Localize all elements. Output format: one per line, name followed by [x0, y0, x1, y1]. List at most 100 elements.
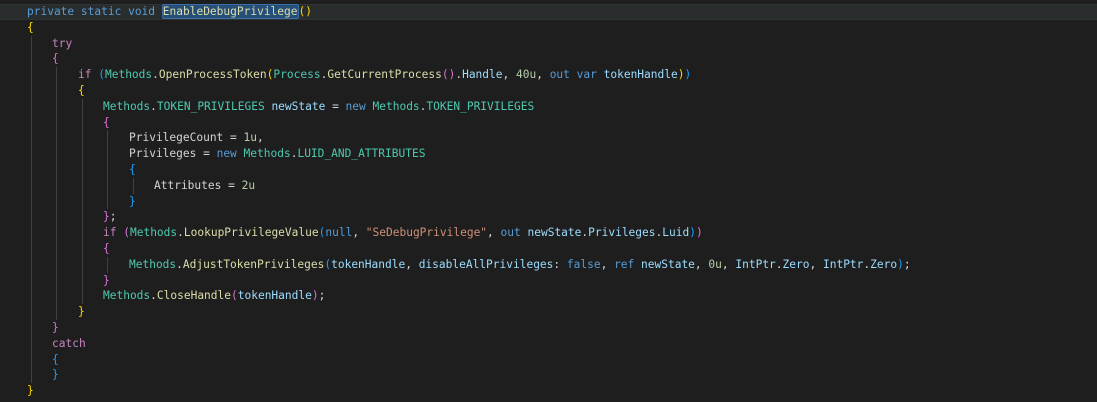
- indent-guide: [31, 304, 32, 320]
- variable-new-state: newState: [641, 257, 695, 271]
- brace-open: {: [103, 241, 110, 255]
- code-line[interactable]: {: [0, 240, 1097, 257]
- indent-guide: [31, 351, 32, 368]
- code-line[interactable]: try: [0, 35, 1097, 52]
- indent-guide: [56, 146, 57, 162]
- indent-guide: [56, 67, 57, 83]
- code-line[interactable]: Methods.TOKEN_PRIVILEGES newState = new …: [0, 98, 1097, 115]
- brace-close: }: [103, 273, 110, 287]
- code-line[interactable]: private static void EnableDebugPrivilege…: [0, 4, 1097, 20]
- indent-guide: [133, 177, 134, 194]
- indent-guide: [31, 146, 32, 162]
- code-line[interactable]: Methods.AdjustTokenPrivileges(tokenHandl…: [0, 256, 1097, 273]
- indent-guide: [82, 193, 83, 210]
- code-line[interactable]: if (Methods.OpenProcessToken(Process.Get…: [0, 67, 1097, 83]
- indent-guide: [31, 193, 32, 210]
- keyword-static: static: [80, 5, 122, 18]
- indent-guide: [107, 146, 108, 162]
- indent-guide: [107, 256, 108, 273]
- variable-token-handle: tokenHandle: [603, 68, 678, 82]
- indent-guide: [56, 177, 57, 194]
- indent-guide: [56, 130, 57, 147]
- code-line[interactable]: }: [0, 383, 1097, 399]
- code-editor[interactable]: private static void EnableDebugPrivilege…: [0, 0, 1097, 402]
- code-line[interactable]: {: [0, 20, 1097, 36]
- code-line[interactable]: {: [0, 114, 1097, 131]
- selected-method-name[interactable]: EnableDebugPrivilege: [161, 4, 299, 19]
- type-process: Process: [273, 68, 321, 82]
- indent-guide: [31, 209, 32, 226]
- named-arg-disable-all-privileges: disableAllPrivileges: [418, 257, 554, 271]
- keyword-private: private: [27, 5, 75, 18]
- indent-guide: [82, 240, 83, 257]
- indent-guide: [31, 35, 32, 52]
- type-token-privileges: TOKEN_PRIVILEGES: [156, 99, 265, 113]
- indent-guide: [56, 82, 57, 99]
- code-lines[interactable]: private static void EnableDebugPrivilege…: [0, 4, 1097, 399]
- indent-guide: [31, 130, 32, 147]
- indent-guide: [31, 335, 32, 352]
- code-line[interactable]: {: [0, 351, 1097, 368]
- brace-close: }: [129, 194, 136, 208]
- variable-token-handle: tokenHandle: [331, 257, 406, 271]
- brace-close: }: [78, 305, 85, 319]
- indent-guide: [31, 114, 32, 131]
- code-line[interactable]: }: [0, 319, 1097, 336]
- type-luid-and-attributes: LUID_AND_ATTRIBUTES: [297, 147, 426, 161]
- variable-new-state: newState: [527, 226, 582, 240]
- brace-close: }: [52, 368, 59, 382]
- indent-guide: [56, 209, 57, 226]
- code-line[interactable]: {: [0, 51, 1097, 68]
- indent-guide: [107, 130, 108, 147]
- number-literal: 0u: [708, 257, 722, 271]
- code-line[interactable]: Methods.CloseHandle(tokenHandle);: [0, 288, 1097, 305]
- method-close-handle: CloseHandle: [156, 289, 231, 303]
- type-methods: Methods: [372, 99, 420, 113]
- indent-guide: [82, 177, 83, 194]
- indent-guide: [82, 161, 83, 178]
- indent-guide: [56, 193, 57, 210]
- keyword-if: if: [78, 68, 92, 82]
- keyword-out: out: [549, 68, 570, 82]
- indent-guide: [82, 209, 83, 226]
- keyword-void: void: [128, 5, 156, 18]
- indent-guide: [56, 240, 57, 257]
- code-line[interactable]: }: [0, 272, 1097, 289]
- keyword-if: if: [103, 226, 117, 240]
- indent-guide: [31, 367, 32, 384]
- code-line[interactable]: };: [0, 209, 1097, 226]
- code-line[interactable]: }: [0, 367, 1097, 384]
- brace-open: {: [78, 83, 85, 97]
- type-intptr: IntPtr: [822, 257, 864, 271]
- indent-guide: [107, 177, 108, 194]
- brace-close: }: [27, 384, 34, 398]
- number-literal: 2u: [241, 178, 256, 192]
- keyword-out: out: [500, 226, 521, 240]
- indent-guide: [31, 256, 32, 273]
- type-methods: Methods: [129, 226, 178, 240]
- brace-open: {: [129, 162, 136, 176]
- brace-open: {: [103, 115, 110, 129]
- method-lookup-privilege-value: LookupPrivilegeValue: [183, 226, 319, 240]
- indent-guide: [56, 114, 57, 131]
- code-line[interactable]: catch: [0, 335, 1097, 352]
- code-line[interactable]: }: [0, 304, 1097, 320]
- indent-guide: [31, 161, 32, 178]
- code-line[interactable]: if (Methods.LookupPrivilegeValue(null, "…: [0, 225, 1097, 241]
- string-literal: "SeDebugPrivilege": [365, 226, 488, 240]
- indent-guide: [107, 161, 108, 178]
- number-literal: 1u: [243, 131, 257, 145]
- keyword-var: var: [576, 68, 597, 82]
- code-line[interactable]: Privileges = new Methods.LUID_AND_ATTRIB…: [0, 146, 1097, 162]
- indent-guide: [56, 161, 57, 178]
- method-get-current-process: GetCurrentProcess: [327, 68, 442, 82]
- code-line[interactable]: Attributes = 2u: [0, 177, 1097, 194]
- indent-guide: [82, 272, 83, 289]
- code-line[interactable]: {: [0, 161, 1097, 178]
- property-handle: Handle: [462, 68, 503, 82]
- code-line[interactable]: PrivilegeCount = 1u,: [0, 130, 1097, 147]
- code-line[interactable]: }: [0, 193, 1097, 210]
- number-literal: 40u: [515, 68, 537, 82]
- keyword-new: new: [216, 147, 237, 161]
- code-line[interactable]: {: [0, 82, 1097, 99]
